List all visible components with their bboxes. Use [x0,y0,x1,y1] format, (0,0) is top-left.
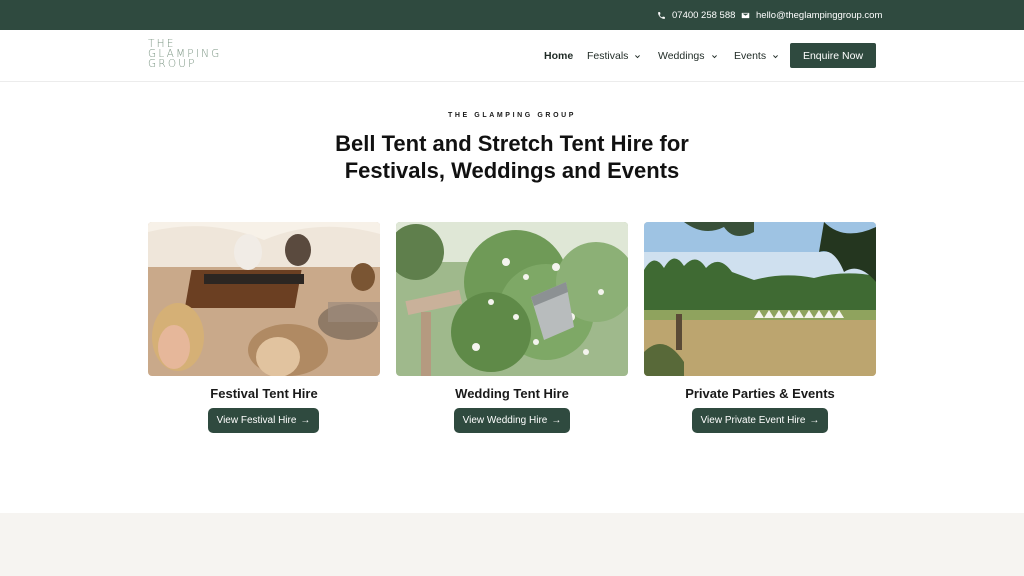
button-label: View Wedding Hire [462,415,548,426]
private-events-card: Private Parties & Events View Private Ev… [644,222,876,433]
festival-card: Festival Tent Hire View Festival Hire → [148,222,380,433]
wedding-image[interactable] [396,222,628,376]
phone-icon [658,11,665,19]
card-title: Wedding Tent Hire [455,386,569,401]
nav-events[interactable]: Events [734,50,779,62]
view-festival-hire-button[interactable]: View Festival Hire → [208,408,319,433]
chevron-down-icon [773,54,779,58]
logo-line: GROUP [148,58,197,70]
nav-festivals-label: Festivals [587,50,629,62]
button-label: View Festival Hire [216,415,297,426]
view-wedding-hire-button[interactable]: View Wedding Hire → [454,408,570,433]
chevron-down-icon [711,54,717,58]
nav-weddings-label: Weddings [658,50,705,62]
next-section-band [0,513,1024,576]
page-title-line: Festivals, Weddings and Events [344,158,680,183]
nav-events-label: Events [734,50,767,62]
nav-home-label: Home [544,50,574,62]
festival-image[interactable] [148,222,380,376]
nav-home[interactable]: Home [544,50,573,62]
phone-link[interactable]: 07400 258 588 [657,0,735,30]
eyebrow-text: THE GLAMPING GROUP [447,112,577,119]
view-private-event-hire-button[interactable]: View Private Event Hire → [692,408,828,433]
card-title: Festival Tent Hire [210,386,318,401]
phone-number: 07400 258 588 [672,9,736,21]
enquire-now-button[interactable]: Enquire Now [790,43,876,68]
arrow-right-icon: → [551,415,562,426]
wedding-card: Wedding Tent Hire View Wedding Hire → [396,222,628,433]
envelope-icon [741,12,750,18]
email-address: hello@theglampinggroup.com [756,9,883,21]
page-title-line: Bell Tent and Stretch Tent Hire for [335,131,689,156]
card-title: Private Parties & Events [685,386,835,401]
site-logo[interactable]: THE GLAMPING GROUP [148,39,228,70]
site-header: THE GLAMPING GROUP Home Festivals Weddin… [0,30,1024,82]
top-bar: 07400 258 588 hello@theglampinggroup.com [0,0,1024,30]
button-label: View Private Event Hire [700,415,806,426]
page-title: Bell Tent and Stretch Tent Hire for Fest… [262,130,762,184]
nav-weddings[interactable]: Weddings [658,50,718,62]
arrow-right-icon: → [809,415,820,426]
private-events-image[interactable] [644,222,876,376]
arrow-right-icon: → [300,415,311,426]
chevron-down-icon [635,54,641,58]
nav-festivals[interactable]: Festivals [587,50,641,62]
email-link[interactable]: hello@theglampinggroup.com [741,0,882,30]
